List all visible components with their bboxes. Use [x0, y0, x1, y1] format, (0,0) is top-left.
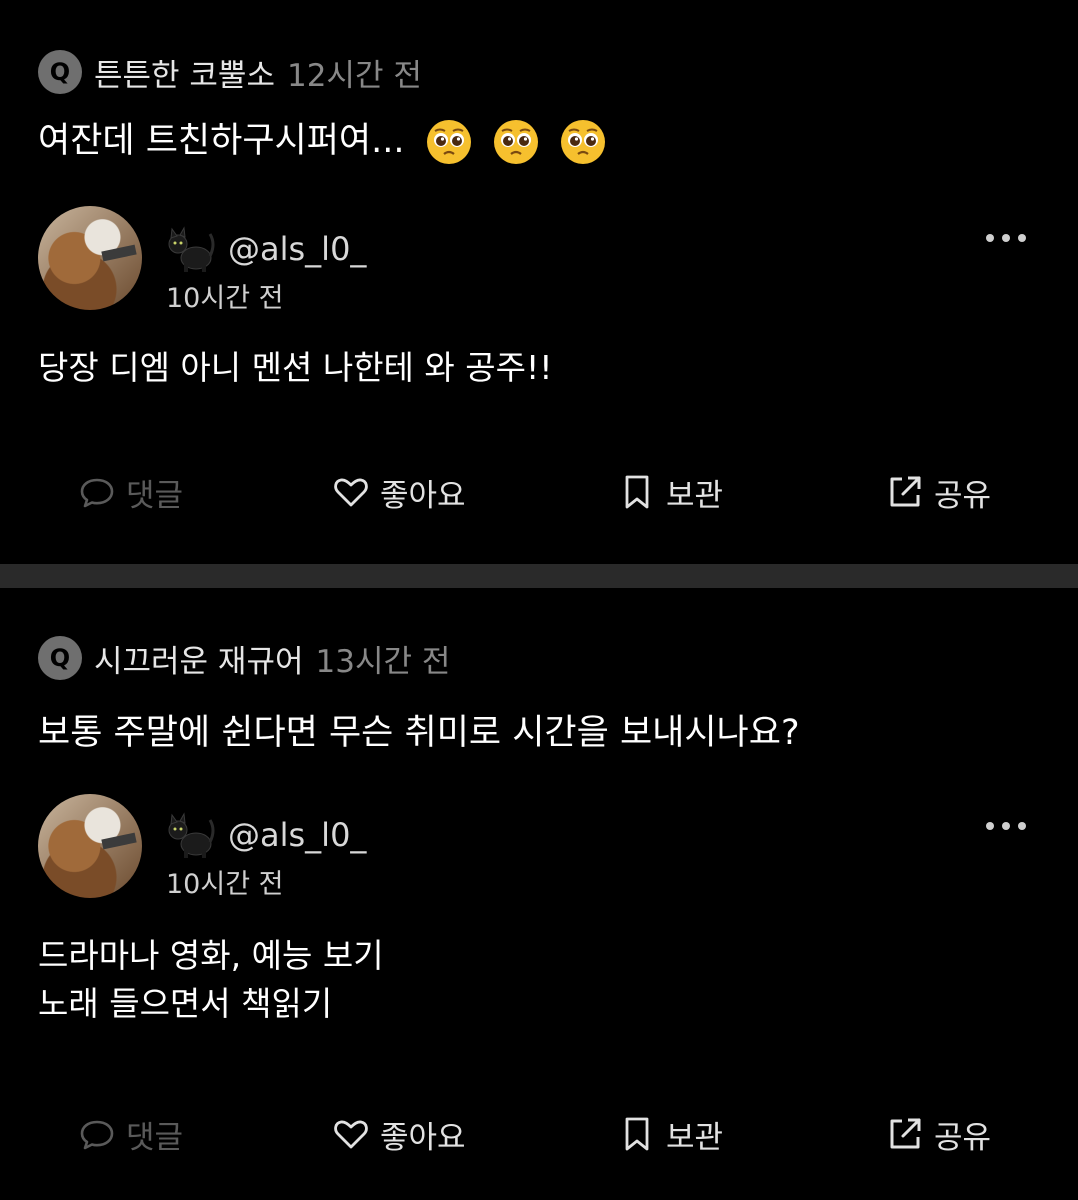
answer-user[interactable]: @als_l0_ [166, 226, 366, 272]
comment-label: 댓글 [126, 477, 184, 514]
save-button[interactable]: 보관 [618, 1112, 723, 1156]
action-bar: 댓글 좋아요 보관 공유 [0, 470, 1078, 514]
save-button[interactable]: 보관 [618, 470, 723, 514]
answer-handle: @als_l0_ [228, 230, 367, 268]
avatar[interactable] [38, 794, 142, 898]
question-time: 13시간 전 [315, 643, 451, 680]
question-text[interactable]: 보통 주말에 쉰다면 무슨 취미로 시간을 보내시나요? [38, 704, 800, 755]
answer-line: 드라마나 영화, 예능 보기 [38, 936, 384, 975]
black-cat-icon [168, 812, 215, 858]
more-horizontal-icon[interactable] [986, 820, 1026, 832]
qa-card: Q 튼튼한 코뿔소 12시간 전 여잔데 트친하구시퍼여... @als_l0_… [0, 0, 1078, 564]
question-header: Q 튼튼한 코뿔소 12시간 전 [38, 50, 422, 94]
share-external-icon [890, 476, 921, 507]
answer-user[interactable]: @als_l0_ [166, 812, 366, 858]
question-text-label: 여잔데 트친하구시퍼여... [38, 121, 405, 161]
question-header: Q 시끄러운 재규어 13시간 전 [38, 636, 450, 680]
save-label: 보관 [666, 477, 724, 514]
avatar[interactable] [38, 206, 142, 310]
comment-label: 댓글 [126, 1119, 184, 1156]
answer-time: 10시간 전 [166, 869, 284, 900]
answer-line: 노래 들으면서 책읽기 [38, 984, 333, 1023]
question-text-label: 보통 주말에 쉰다면 무슨 취미로 시간을 보내시나요? [38, 713, 800, 753]
like-button[interactable]: 좋아요 [332, 470, 466, 514]
bookmark-icon [625, 1117, 649, 1151]
question-time: 12시간 전 [286, 57, 422, 94]
qa-card: Q 시끄러운 재규어 13시간 전 보통 주말에 쉰다면 무슨 취미로 시간을 … [0, 588, 1078, 1200]
chat-bubble-icon [80, 478, 114, 508]
black-cat-icon [168, 226, 215, 272]
bookmark-icon [625, 475, 649, 509]
like-label: 좋아요 [380, 1119, 466, 1156]
pleading-face-icon [493, 120, 538, 164]
answer-line: 당장 디엠 아니 멘션 나한테 와 공주!! [38, 348, 553, 387]
card-divider [0, 564, 1078, 588]
pleading-face-icon [426, 120, 471, 164]
answer-time: 10시간 전 [166, 283, 284, 314]
share-button[interactable]: 공유 [886, 1112, 991, 1156]
share-external-icon [890, 1118, 921, 1149]
heart-icon [334, 478, 368, 507]
action-bar: 댓글 좋아요 보관 공유 [0, 1112, 1078, 1156]
like-label: 좋아요 [380, 477, 466, 514]
question-text[interactable]: 여잔데 트친하구시퍼여... [38, 112, 606, 165]
heart-icon [334, 1120, 368, 1149]
like-button[interactable]: 좋아요 [332, 1112, 466, 1156]
comment-button[interactable]: 댓글 [78, 1112, 183, 1156]
answer-text: 드라마나 영화, 예능 보기 노래 들으면서 책읽기 [38, 932, 384, 1028]
chat-bubble-icon [80, 1120, 114, 1150]
comment-button[interactable]: 댓글 [78, 470, 183, 514]
answer-text: 당장 디엠 아니 멘션 나한테 와 공주!! [38, 344, 552, 392]
pleading-face-icon [560, 120, 605, 164]
share-button[interactable]: 공유 [886, 470, 991, 514]
question-author[interactable]: 튼튼한 코뿔소 [94, 50, 275, 95]
share-label: 공유 [934, 1119, 992, 1156]
answer-handle: @als_l0_ [228, 816, 367, 854]
share-label: 공유 [934, 477, 992, 514]
q-badge-icon: Q [38, 50, 82, 94]
question-author[interactable]: 시끄러운 재규어 [94, 636, 304, 681]
more-horizontal-icon[interactable] [986, 232, 1026, 244]
q-badge-icon: Q [38, 636, 82, 680]
save-label: 보관 [666, 1119, 724, 1156]
